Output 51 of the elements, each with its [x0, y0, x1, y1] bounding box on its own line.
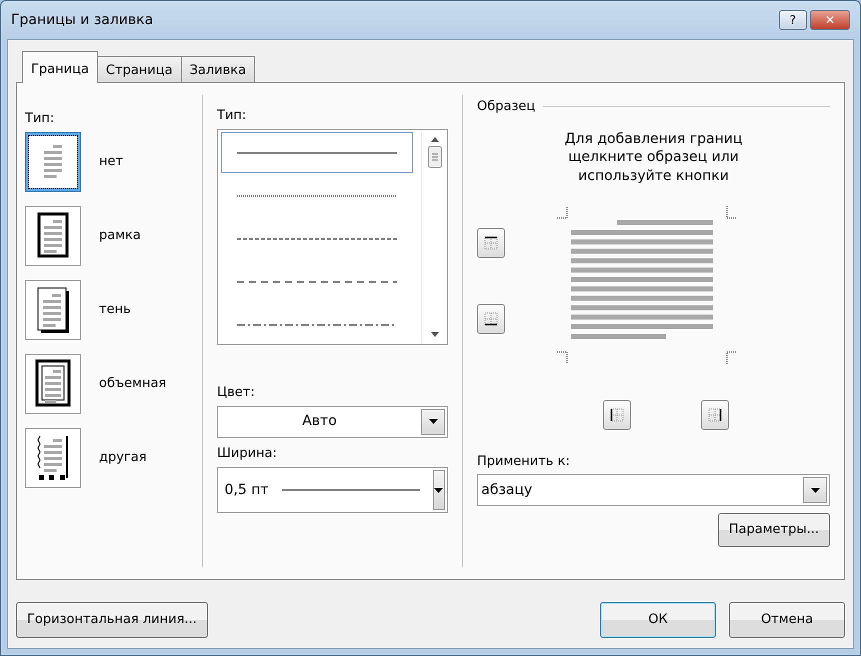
line-style-option[interactable] — [221, 132, 413, 173]
top-border-icon — [482, 234, 500, 252]
right-border-icon — [706, 406, 724, 424]
ok-button[interactable]: ОК — [600, 602, 716, 638]
border-setting-button[interactable] — [25, 132, 81, 192]
width-label: Ширина: — [217, 445, 278, 464]
right-border-button[interactable] — [701, 400, 729, 430]
tab[interactable]: Страница — [96, 56, 182, 82]
setting-label: другая — [99, 449, 147, 467]
dropdown-arrow-icon — [810, 488, 820, 493]
setting-label: рамка — [99, 227, 141, 245]
scroll-thumb[interactable] — [428, 146, 442, 168]
setting-label: тень — [99, 301, 131, 319]
tab[interactable]: Граница — [22, 51, 98, 83]
setting-label: нет — [99, 153, 124, 171]
scroll-down-icon[interactable] — [430, 332, 438, 338]
color-dropdown[interactable]: Авто — [217, 406, 448, 438]
border-setting-button[interactable] — [25, 428, 81, 488]
options-button[interactable]: Параметры... — [718, 512, 830, 547]
border-setting-button[interactable] — [25, 206, 81, 266]
bottom-border-icon — [482, 310, 500, 328]
border-setting-button[interactable] — [25, 354, 81, 414]
line-sample-icon — [237, 280, 397, 284]
apply-to-dropdown[interactable]: абзацу — [477, 474, 830, 506]
apply-to-label: Применить к: — [477, 452, 571, 471]
left-border-icon — [608, 406, 626, 424]
line-sample-icon — [237, 194, 397, 198]
top-border-button[interactable] — [477, 228, 505, 258]
border-setting-button[interactable] — [25, 280, 81, 340]
setting-label: объемная — [99, 375, 166, 393]
scroll-up-icon[interactable] — [430, 136, 438, 142]
line-sample-icon — [237, 150, 397, 154]
cancel-button[interactable]: Отмена — [729, 602, 845, 638]
dropdown-arrow-icon — [434, 488, 444, 492]
tab[interactable]: Заливка — [180, 56, 256, 82]
width-dropdown[interactable]: 0,5 пт — [217, 467, 448, 513]
page-icon — [34, 358, 72, 409]
horizontal-line-button[interactable]: Горизонтальная линия... — [16, 602, 208, 638]
window-title: Границы и заливка — [11, 10, 154, 30]
setting-label: Тип: — [25, 110, 56, 128]
color-label: Цвет: — [217, 384, 256, 402]
line-sample-icon — [237, 236, 397, 240]
dropdown-arrow-icon — [428, 419, 438, 424]
style-label: Тип: — [217, 106, 248, 124]
help-button[interactable]: ? — [778, 10, 807, 30]
line-sample-icon — [282, 488, 420, 492]
bottom-border-button[interactable] — [477, 304, 505, 334]
left-border-button[interactable] — [603, 400, 631, 430]
preview-label: Образец — [477, 98, 536, 116]
line-sample-icon — [237, 322, 397, 326]
preview-hint: Для добавления границ щелкните образец или используйте кнопки — [564, 130, 744, 186]
